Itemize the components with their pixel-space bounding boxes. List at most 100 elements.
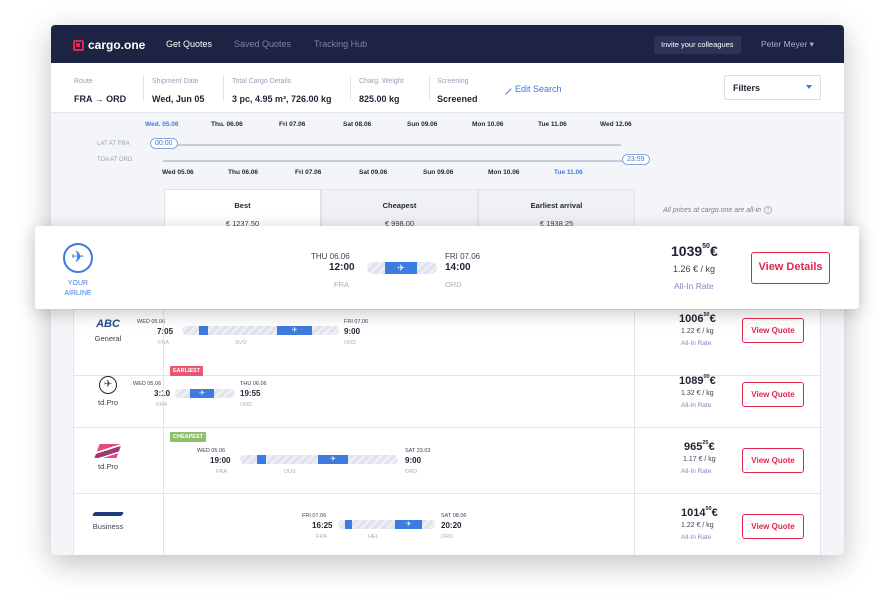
time-window-selector: Wed. 05.06 Thu. 06.06 Fri 07.06 Sat 08.0… (51, 113, 844, 189)
arrival-airport: ORD (240, 402, 253, 408)
top-date-2[interactable]: Fri 07.06 (279, 121, 305, 128)
filters-dropdown[interactable]: Filters (724, 75, 821, 100)
weight-field: Charg. Weight 825.00 kg (359, 78, 404, 107)
departure-date: WED 05.06 (133, 381, 162, 387)
quote-price: 108900€ (679, 374, 716, 387)
featured-quote-card[interactable]: ✈ YOUR AIRLINE THU 06.06 12:00 FRA ✈ FRI… (35, 226, 859, 309)
rate-type: All-In Rate (681, 468, 712, 475)
edit-search-button[interactable]: Edit Search (500, 83, 562, 95)
airline-logo: Business (88, 512, 128, 531)
tab-earliest-title: Earliest arrival (530, 201, 583, 210)
top-date-5[interactable]: Mon 10.06 (472, 121, 503, 128)
quote-price: 96525€ (684, 440, 715, 453)
top-date-6[interactable]: Tue 11.06 (538, 121, 567, 128)
view-quote-button[interactable]: View Quote (742, 514, 804, 539)
bottom-date-2[interactable]: Fri 07.06 (295, 169, 321, 176)
top-date-1[interactable]: Thu. 06.06 (211, 121, 243, 128)
bottom-date-3[interactable]: Sat 09.06 (359, 169, 387, 176)
top-date-4[interactable]: Sun 09.06 (407, 121, 437, 128)
nav-saved-quotes[interactable]: Saved Quotes (234, 39, 291, 49)
lat-slider-track[interactable] (153, 144, 621, 146)
featured-price-decimals: 50 (702, 243, 710, 250)
list-item[interactable]: CHEAPEST td.Pro WED 05.06 19:00 FRA ✈ DU… (74, 428, 822, 494)
abc-logo-icon: ABC (96, 318, 120, 330)
lat-slider-handle[interactable]: 00:00 (150, 138, 178, 149)
arrival-time: 19:55 (240, 389, 261, 398)
featured-price-integer: 1039 (671, 243, 703, 259)
price-decimals: 50 (703, 312, 710, 318)
featured-airline-name: YOUR AIRLINE (64, 280, 92, 297)
info-icon[interactable]: i (764, 206, 773, 214)
quote-list: ABC General WED 05.06 7:05 FRA ✈ SVO FRI… (73, 309, 822, 555)
screening-label: Screening (437, 78, 469, 85)
invite-colleagues-button[interactable]: Invite your colleagues (654, 36, 741, 54)
route-bar: ✈ (240, 455, 398, 464)
date-label: Shipment Date (152, 78, 199, 85)
tab-earliest-arrival[interactable]: Earliest arrival € 1938.25 (478, 189, 635, 229)
price-per-kg: 1.22 € / kg (681, 328, 714, 335)
toa-slider-handle[interactable]: 23:59 (622, 154, 650, 165)
date-value: Wed, Jun 05 (152, 94, 205, 104)
cargo-field: Total Cargo Details 3 pc, 4.95 m³, 726.00… (232, 78, 332, 107)
tab-cheapest[interactable]: Cheapest € 998.00 (321, 189, 478, 229)
list-item[interactable]: Business FRI 07.06 16:25 FRA ✈ HEL SAT 0… (74, 494, 822, 555)
airline-name: Business (92, 522, 124, 531)
screening-field: Screening Screened (437, 78, 478, 107)
cheapest-badge: CHEAPEST (170, 432, 206, 442)
view-quote-button[interactable]: View Quote (742, 318, 804, 343)
bottom-date-4[interactable]: Sun 09.06 (423, 169, 453, 176)
price-integer: 965 (684, 441, 703, 453)
departure-airport: FRA (216, 469, 227, 475)
toa-slider-track[interactable] (163, 160, 623, 162)
departure-airport: FRA (156, 402, 167, 408)
airplane-icon: ✈ (63, 243, 93, 273)
brand-logo[interactable]: cargo.one (73, 38, 145, 52)
featured-currency: € (709, 243, 718, 259)
pencil-icon (500, 83, 512, 95)
nav-get-quotes[interactable]: Get Quotes (166, 39, 212, 49)
price-per-kg: 1.32 € / kg (681, 390, 714, 397)
currency: € (709, 313, 716, 325)
top-date-0[interactable]: Wed. 05.06 (145, 121, 178, 128)
quote-price: 101450€ (681, 506, 718, 519)
plane-icon: ✈ (190, 389, 214, 398)
wing-logo-icon (91, 512, 125, 516)
top-date-3[interactable]: Sat 08.06 (343, 121, 371, 128)
bottom-date-5[interactable]: Mon 10.06 (488, 169, 519, 176)
bottom-date-0[interactable]: Wed 05.06 (162, 169, 194, 176)
nav-tracking-hub[interactable]: Tracking Hub (314, 39, 367, 49)
bottom-date-1[interactable]: Thu 06.06 (228, 169, 258, 176)
featured-arrival-airport: ORD (445, 280, 462, 289)
list-item[interactable]: EARLIEST ✈ td.Pro WED 05.06 3:10 FRA ✈ T… (74, 362, 822, 428)
arrival-date: SAT 08.06 (441, 513, 467, 519)
weight-value: 825.00 kg (359, 94, 400, 104)
tab-best[interactable]: Best € 1237.50 (164, 189, 321, 229)
bottom-date-6[interactable]: Tue 11.06 (554, 169, 583, 176)
departure-time: 19:00 (210, 456, 231, 465)
departure-airport: FRA (316, 534, 327, 540)
price-per-kg: 1.17 € / kg (683, 456, 716, 463)
route-value: FRA → ORD (74, 94, 127, 104)
top-date-7[interactable]: Wed 12.06 (600, 121, 632, 128)
user-menu[interactable]: Peter Meyer ▾ (761, 39, 814, 50)
filters-label: Filters (733, 83, 761, 93)
departure-time: 16:25 (312, 521, 333, 530)
earliest-badge: EARLIEST (170, 366, 204, 376)
cargo-value: 3 pc, 4.95 m³, 726.00 kg (232, 94, 332, 104)
sort-tabs: Best € 1237.50 Cheapest € 998.00 Earliest … (164, 189, 635, 229)
price-decimals: 25 (702, 440, 709, 446)
chevron-down-icon (806, 85, 812, 89)
date-field: Shipment Date Wed, Jun 05 (152, 78, 204, 107)
search-summary: Route FRA → ORD Shipment Date Wed, Jun 05 … (51, 63, 844, 113)
departure-date: FRI 07.06 (302, 513, 327, 519)
view-details-button[interactable]: View Details (751, 252, 830, 284)
arrival-airport: ORD (405, 469, 418, 475)
view-quote-button[interactable]: View Quote (742, 448, 804, 473)
price-integer: 1006 (679, 313, 704, 325)
view-quote-button[interactable]: View Quote (742, 382, 804, 407)
departure-date: WED 05.06 (137, 319, 166, 325)
via-airport: HEL (368, 534, 379, 540)
featured-price-per-kg: 1.26 € / kg (673, 264, 716, 274)
arrival-date: FRI 07.06 (344, 319, 369, 325)
departure-time: 7:05 (157, 327, 174, 336)
